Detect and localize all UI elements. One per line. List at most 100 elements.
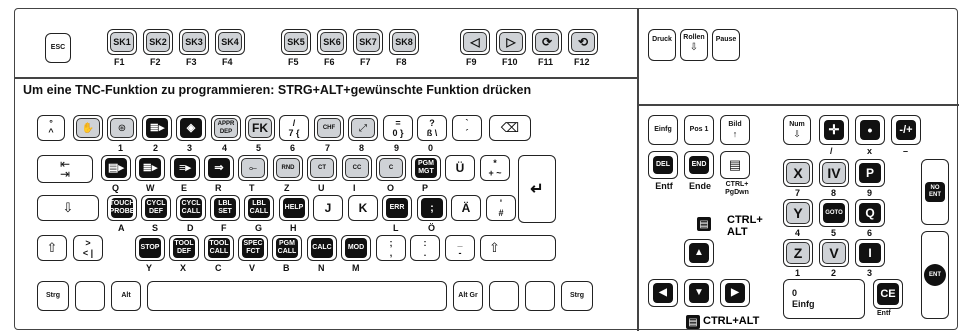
key-oe[interactable]: ; — [417, 195, 447, 221]
softkey-2[interactable]: SK2 — [143, 29, 173, 55]
strg-left-key[interactable]: Strg — [37, 281, 69, 311]
key-c[interactable]: TOOL CALL — [204, 235, 234, 261]
zero-einfg-key[interactable]: 0 Einfg — [783, 279, 865, 319]
caps-key[interactable]: ⇩ — [37, 195, 99, 221]
key-9[interactable]: ⤢ — [348, 115, 378, 141]
key-d[interactable]: CYCL CALL — [176, 195, 206, 221]
key-dash[interactable]: _ - — [445, 235, 475, 261]
key-4[interactable]: ◈ — [176, 115, 206, 141]
sign-key[interactable]: -/+ — [891, 115, 921, 145]
arrow-left-key[interactable]: ◀ — [648, 279, 678, 307]
key-colon[interactable]: : . — [410, 235, 440, 261]
shift-right-key[interactable]: ⇧ — [480, 235, 556, 261]
del-key[interactable]: DEL — [648, 151, 678, 179]
key-r[interactable]: ⇒ — [204, 155, 234, 181]
enter-key[interactable]: ↵ — [518, 155, 556, 223]
key-ue[interactable]: Ü — [445, 155, 475, 181]
dot-key[interactable]: • — [855, 115, 885, 145]
key-3[interactable]: ≣▸ — [142, 115, 172, 141]
softkey-4[interactable]: SK4 — [215, 29, 245, 55]
menu-key[interactable] — [525, 281, 555, 311]
key-a[interactable]: TOUCH PROBE — [107, 195, 137, 221]
key-5[interactable]: APPR DEP — [211, 115, 241, 141]
key-w[interactable]: ≣▸ — [135, 155, 165, 181]
axis-move-key[interactable]: ✛ — [819, 115, 849, 145]
numpad-key-9[interactable]: P — [855, 159, 885, 187]
key-2[interactable]: ⊛ — [107, 115, 137, 141]
rollen-key[interactable]: Rollen ⇩ — [680, 29, 708, 61]
no-ent-key[interactable]: NO ENT — [921, 159, 949, 225]
num-key[interactable]: Num ⇩ — [783, 115, 811, 145]
end-key[interactable]: END — [684, 151, 714, 179]
key-8[interactable]: CHF — [314, 115, 344, 141]
key-n[interactable]: CALC — [307, 235, 337, 261]
esc-key[interactable]: ESC — [45, 33, 71, 63]
key-g[interactable]: LBL CALL — [244, 195, 274, 221]
f9-key[interactable]: ◁ — [460, 29, 490, 55]
win-right-key[interactable] — [489, 281, 519, 311]
key-e[interactable]: ≡▸ — [170, 155, 200, 181]
key-6[interactable]: FK — [245, 115, 275, 141]
backspace-key[interactable]: ⌫ — [489, 115, 531, 141]
f12-key[interactable]: ⟲ — [568, 29, 598, 55]
pgdwn-key[interactable]: ▤ — [720, 151, 750, 179]
key-1[interactable]: ✋ — [73, 115, 103, 141]
key-k[interactable]: K — [348, 195, 378, 221]
key-f[interactable]: LBL SET — [210, 195, 240, 221]
key-ae[interactable]: Ä — [451, 195, 481, 221]
shift-left-key[interactable]: ⇧ — [37, 235, 67, 261]
key-u[interactable]: CT — [307, 155, 337, 181]
alt-key[interactable]: Alt — [111, 281, 141, 311]
pos1-key[interactable]: Pos 1 — [684, 115, 714, 145]
arrow-right-key[interactable]: ▶ — [720, 279, 750, 307]
key-x[interactable]: TOOL DEF — [169, 235, 199, 261]
key-y[interactable]: STOP — [135, 235, 165, 261]
numpad-key-6[interactable]: Q — [855, 199, 885, 227]
numpad-key-1[interactable]: Z — [783, 239, 813, 267]
key-b[interactable]: PGM CALL — [272, 235, 302, 261]
numpad-key-7[interactable]: X — [783, 159, 813, 187]
key-7[interactable]: / 7 { — [279, 115, 309, 141]
key-m[interactable]: MOD — [341, 235, 371, 261]
softkey-8[interactable]: SK8 — [389, 29, 419, 55]
key-hash[interactable]: ' # — [486, 195, 516, 221]
numpad-key-4[interactable]: Y — [783, 199, 813, 227]
strg-right-key[interactable]: Strg — [561, 281, 593, 311]
altgr-key[interactable]: Alt Gr — [453, 281, 483, 311]
softkey-3[interactable]: SK3 — [179, 29, 209, 55]
f10-key[interactable]: ▷ — [496, 29, 526, 55]
key-s[interactable]: CYCL DEF — [141, 195, 171, 221]
numpad-key-5[interactable]: GOTO — [819, 199, 849, 227]
arrow-up-key[interactable]: ▲ — [684, 239, 714, 267]
ent-key[interactable]: ENT — [921, 231, 949, 319]
einfg-key[interactable]: Einfg — [648, 115, 678, 145]
numpad-key-8[interactable]: IV — [819, 159, 849, 187]
caret-key[interactable]: ° ^ — [37, 115, 65, 141]
key-acc[interactable]: ` ´ — [452, 115, 482, 141]
softkey-6[interactable]: SK6 — [317, 29, 347, 55]
key-t[interactable]: ⟜ — [238, 155, 268, 181]
ce-key[interactable]: CE — [873, 279, 903, 309]
softkey-1[interactable]: SK1 — [107, 29, 137, 55]
numpad-key-3[interactable]: I — [855, 239, 885, 267]
space-key[interactable] — [147, 281, 447, 311]
softkey-7[interactable]: SK7 — [353, 29, 383, 55]
key-l[interactable]: ERR — [382, 195, 412, 221]
numpad-key-2[interactable]: V — [819, 239, 849, 267]
f11-key[interactable]: ⟳ — [532, 29, 562, 55]
key-v[interactable]: SPEC FCT — [238, 235, 268, 261]
key-0[interactable]: = 0 } — [383, 115, 413, 141]
druck-key[interactable]: Druck — [648, 29, 676, 61]
key-p[interactable]: PGM MGT — [411, 155, 441, 181]
arrow-down-key[interactable]: ▼ — [684, 279, 714, 307]
pause-key[interactable]: Pause — [712, 29, 740, 61]
bild-up-key[interactable]: Bild ↑ — [720, 115, 750, 145]
key-semi[interactable]: ; , — [376, 235, 406, 261]
tab-key[interactable]: ⇤ ⇥ — [37, 155, 93, 183]
key-z[interactable]: RND — [273, 155, 303, 181]
softkey-5[interactable]: SK5 — [281, 29, 311, 55]
key-j[interactable]: J — [313, 195, 343, 221]
key-i[interactable]: CC — [342, 155, 372, 181]
key-angle[interactable]: > < | — [73, 235, 103, 261]
key-h[interactable]: HELP — [279, 195, 309, 221]
